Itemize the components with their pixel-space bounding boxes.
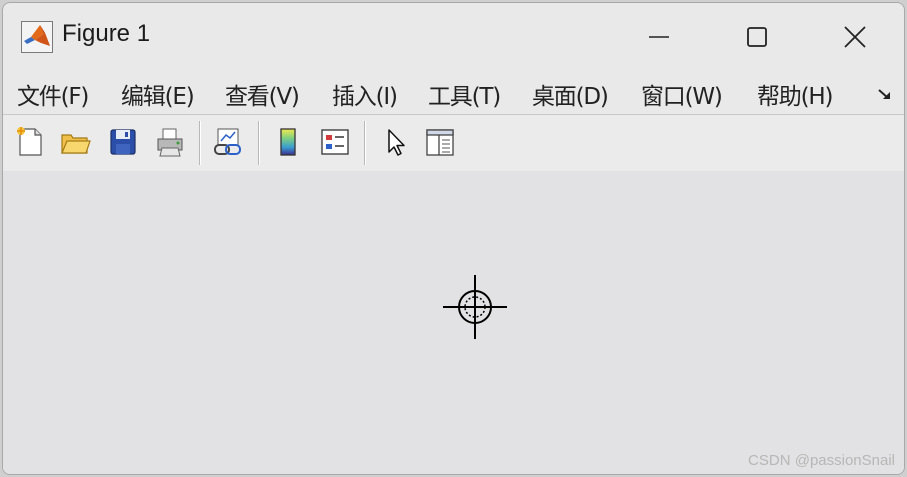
save-icon [110, 129, 136, 155]
property-editor-icon [426, 129, 454, 156]
menu-desktop[interactable]: 桌面(D) [532, 77, 609, 111]
menu-insert[interactable]: 插入(I) [332, 77, 398, 111]
new-figure-icon [17, 127, 42, 156]
save-button[interactable] [104, 123, 142, 161]
menu-tools[interactable]: 工具(T) [428, 77, 501, 111]
toolbar-separator [258, 121, 260, 165]
close-icon [844, 26, 866, 48]
crosshair-cursor-icon [443, 275, 507, 339]
figure-window: Figure 1 文件(F) 编辑(E) 查看(V) 插入(I) 工具(T) 桌… [2, 2, 905, 475]
window-title: Figure 1 [62, 20, 151, 47]
minimize-icon [649, 36, 669, 38]
edit-plot-pointer-icon [388, 129, 405, 156]
link-plot-button[interactable] [209, 123, 247, 161]
dock-arrow-icon[interactable] [875, 83, 897, 105]
colorbar-icon [280, 128, 296, 156]
colorbar-button[interactable] [269, 123, 307, 161]
link-plot-icon [214, 128, 241, 155]
matlab-logo-icon [21, 21, 53, 53]
print-button[interactable] [151, 123, 189, 161]
figure-toolbar [3, 114, 904, 172]
property-editor-button[interactable] [421, 123, 459, 161]
legend-icon [321, 129, 349, 155]
edit-plot-button[interactable] [377, 123, 415, 161]
new-figure-button[interactable] [11, 123, 49, 161]
toolbar-separator [199, 121, 201, 165]
close-button[interactable] [832, 15, 878, 59]
menu-bar: 文件(F) 编辑(E) 查看(V) 插入(I) 工具(T) 桌面(D) 窗口(W… [3, 69, 904, 115]
maximize-button[interactable] [734, 15, 780, 59]
legend-button[interactable] [316, 123, 354, 161]
menu-view[interactable]: 查看(V) [225, 77, 300, 111]
menu-file[interactable]: 文件(F) [17, 77, 89, 111]
print-icon [157, 128, 183, 157]
toolbar-separator [364, 121, 366, 165]
menu-window[interactable]: 窗口(W) [641, 77, 723, 111]
open-file-icon [61, 134, 91, 154]
maximize-icon [747, 27, 767, 47]
minimize-button[interactable] [636, 15, 682, 59]
figure-canvas[interactable]: CSDN @passionSnail [3, 171, 904, 474]
watermark: CSDN @passionSnail [748, 452, 895, 469]
menu-help[interactable]: 帮助(H) [757, 77, 833, 111]
menu-edit[interactable]: 编辑(E) [121, 77, 195, 111]
title-bar[interactable]: Figure 1 [3, 3, 904, 67]
open-file-button[interactable] [56, 123, 94, 161]
